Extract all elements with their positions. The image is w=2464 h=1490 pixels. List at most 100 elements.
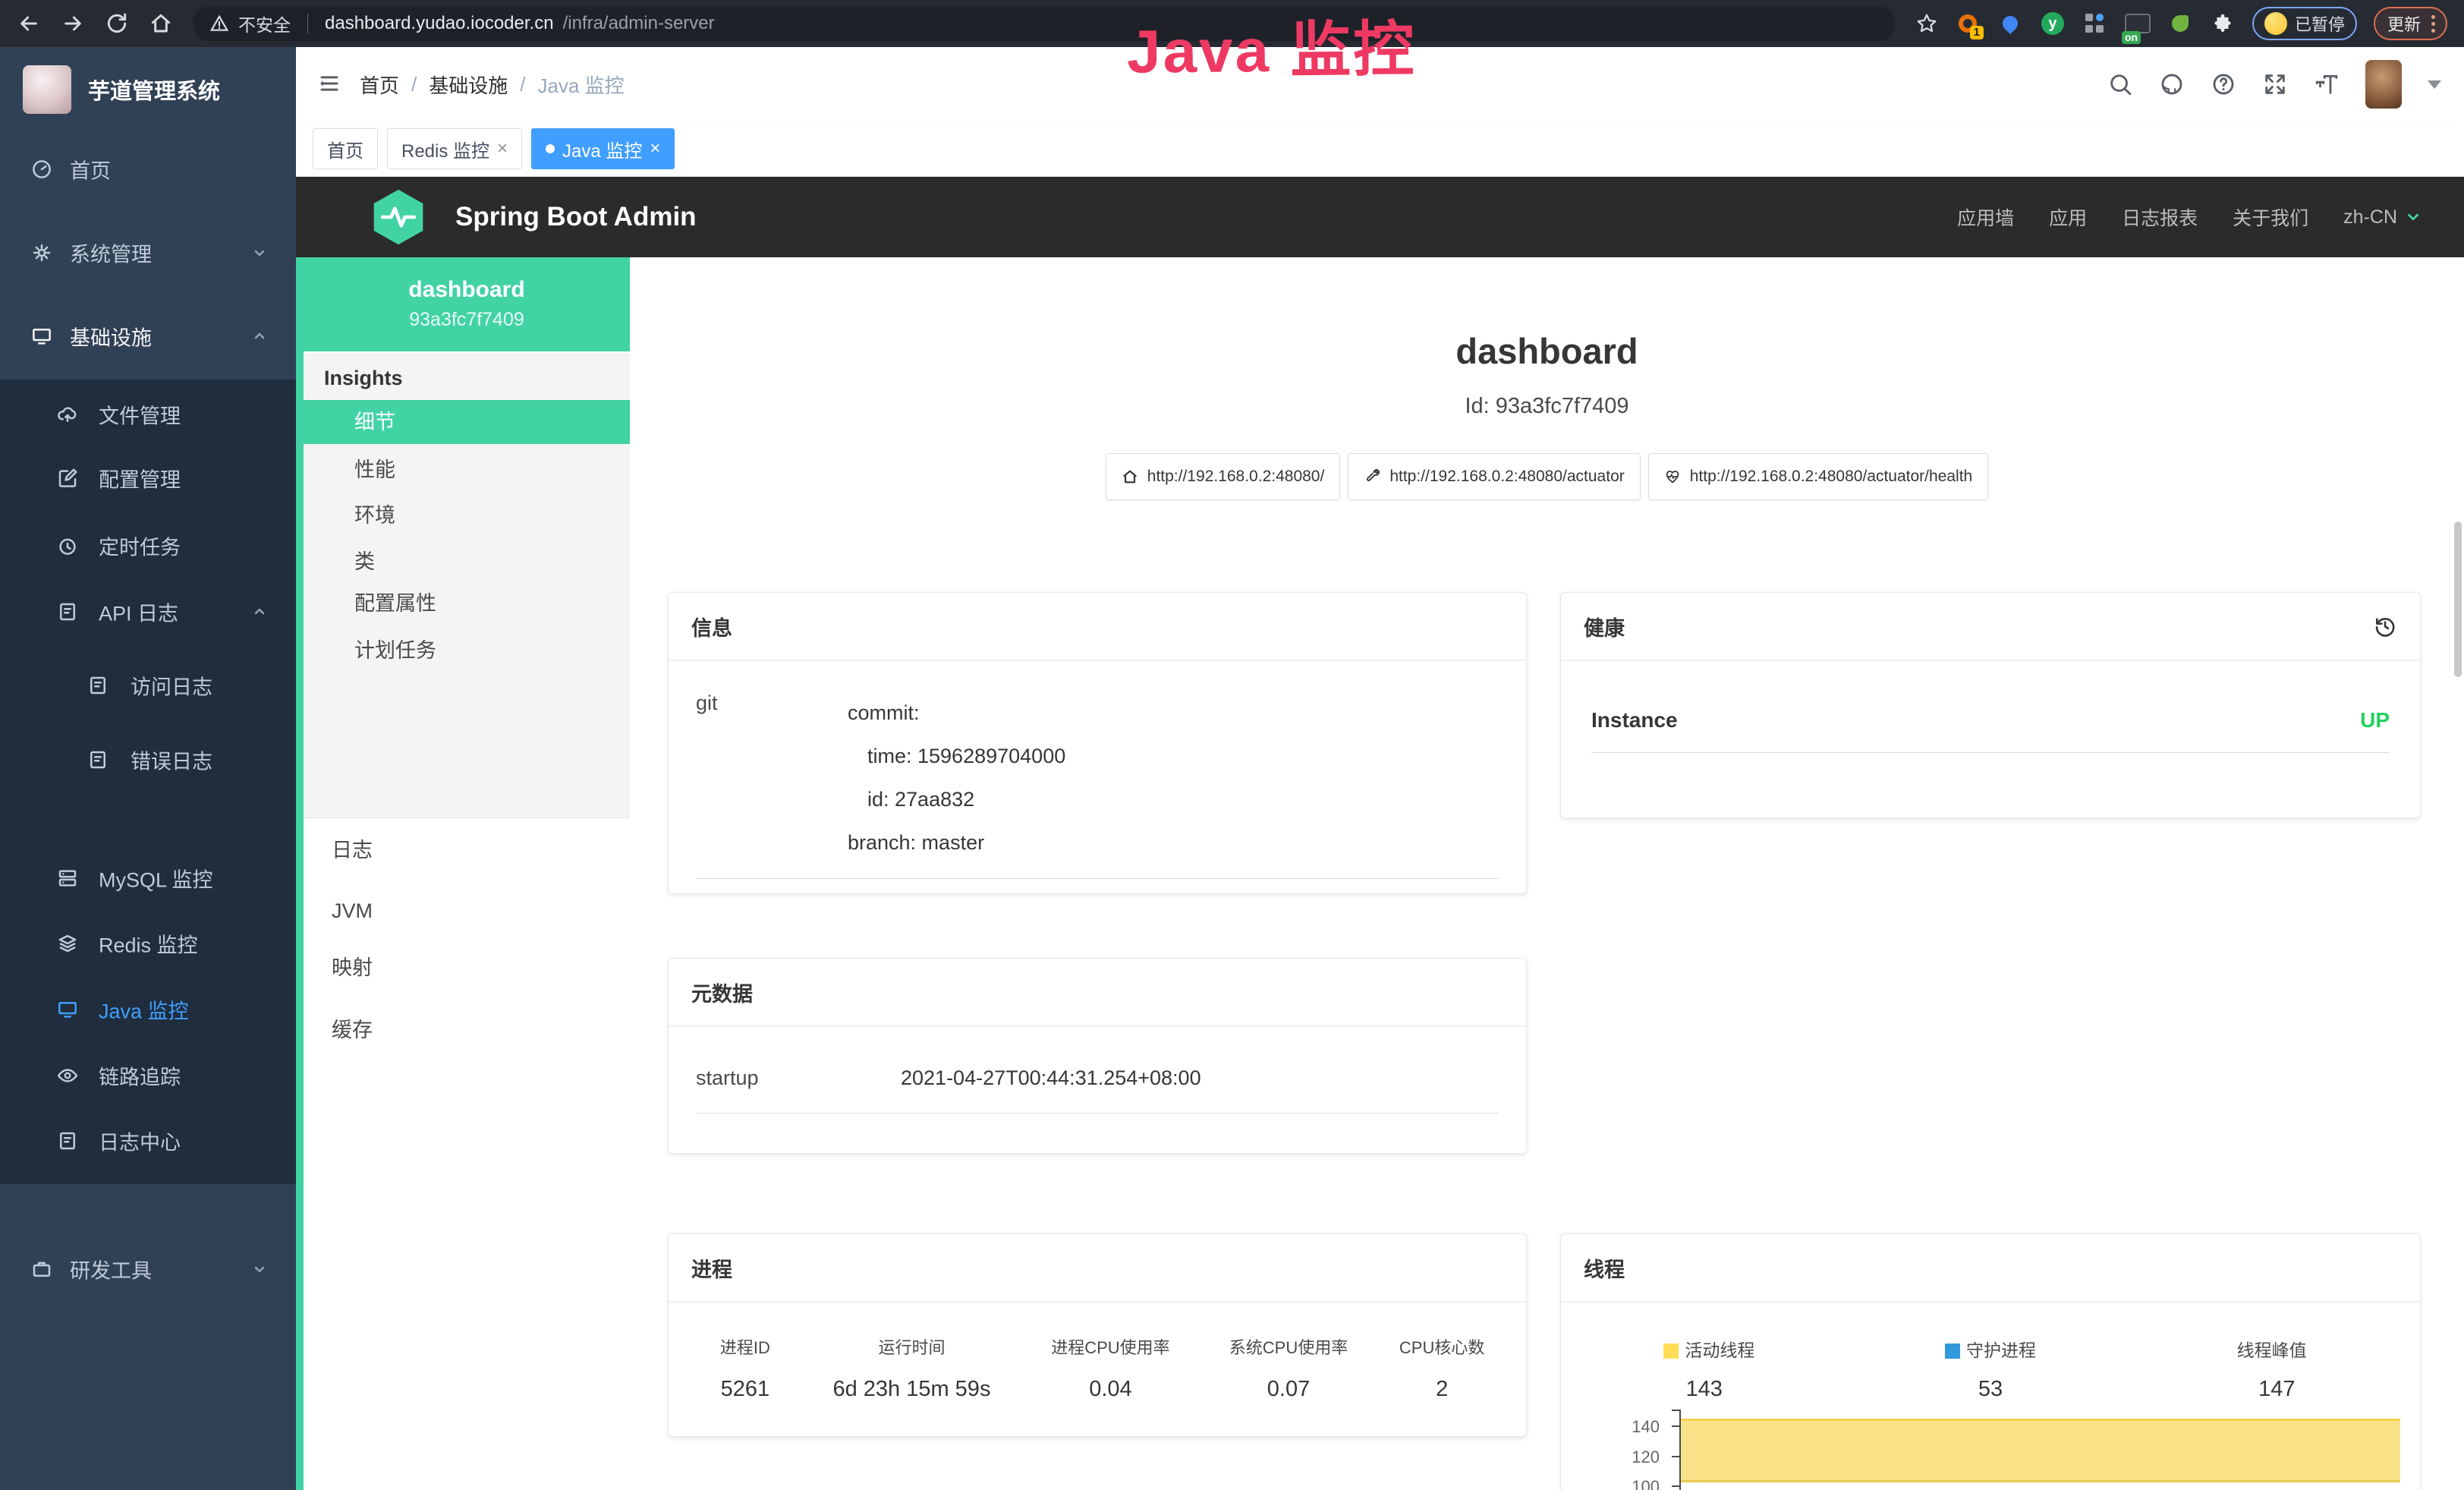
breadcrumb-home[interactable]: 首页	[360, 71, 399, 99]
status-badge: UP	[2360, 708, 2390, 732]
legend-daemon-threads: 守护进程	[1850, 1336, 2132, 1362]
sidebar-item-label: 日志中心	[99, 1126, 181, 1156]
sba-item-jvm[interactable]: JVM	[304, 889, 630, 933]
sba-instance-block[interactable]: dashboard 93a3fc7f7409	[304, 257, 630, 351]
sidebar-item-api-logs[interactable]: API 日志	[0, 579, 296, 644]
breadcrumb: 首页 / 基础设施 / Java 监控	[360, 47, 625, 121]
sidebar-item-label: 访问日志	[131, 671, 212, 701]
app-logo-row[interactable]: 芋道管理系统	[23, 65, 220, 114]
not-secure-warning-icon[interactable]	[209, 14, 229, 33]
extension-switch-icon[interactable]: on	[2125, 11, 2151, 36]
sba-nav-applications[interactable]: 应用	[2049, 203, 2087, 231]
sidebar-item-devtools[interactable]: 研发工具	[0, 1236, 296, 1302]
y-tick-100: 100	[1603, 1477, 1660, 1490]
sidebar-item-mysql-monitor[interactable]: MySQL 监控	[0, 846, 296, 911]
active-tab-dot	[546, 144, 555, 153]
sidebar-item-label: 配置管理	[99, 464, 181, 493]
extension-puzzle-icon[interactable]	[2210, 11, 2236, 36]
breadcrumb-infrastructure[interactable]: 基础设施	[429, 71, 508, 99]
vertical-scrollbar[interactable]	[2454, 521, 2462, 677]
sba-nav-wallboard[interactable]: 应用墙	[1957, 203, 2014, 231]
sba-nav-about[interactable]: 关于我们	[2233, 203, 2308, 231]
sidebar-item-java-monitor[interactable]: Java 监控	[0, 977, 296, 1042]
spring-boot-admin-logo[interactable]	[372, 188, 425, 246]
sba-sidebar: dashboard 93a3fc7f7409 Insights 细节 性能 环境…	[296, 257, 630, 1490]
tab-close-icon[interactable]: ×	[497, 138, 508, 159]
back-icon[interactable]	[17, 11, 41, 36]
health-url-button[interactable]: http://192.168.0.2:48080/actuator/health	[1648, 453, 1988, 500]
sidebar-item-access-logs[interactable]: 访问日志	[0, 653, 296, 718]
sidebar-item-tracing[interactable]: 链路追踪	[0, 1043, 296, 1108]
reload-icon[interactable]	[105, 11, 129, 36]
info-card: 信息 git commit: time: 1596289704000 id: 2…	[668, 592, 1527, 894]
page-title: dashboard	[630, 330, 2464, 372]
sba-item-environment[interactable]: 环境	[304, 493, 630, 537]
live-threads-area-series	[1681, 1419, 2400, 1482]
process-value-system-cpu: 0.07	[1200, 1377, 1378, 1402]
profile-paused-badge[interactable]: 已暂停	[2252, 7, 2357, 40]
sba-item-metrics[interactable]: 性能	[304, 448, 630, 492]
sidebar-item-error-logs[interactable]: 错误日志	[0, 727, 296, 792]
admin-sidebar: 芋道管理系统 首页 系统管理 基础设施 文件管理 配置管理	[0, 47, 296, 1490]
sidebar-item-redis-monitor[interactable]: Redis 监控	[0, 911, 296, 976]
metadata-card: 元数据 startup 2021-04-27T00:44:31.254+08:0…	[668, 958, 1527, 1154]
help-icon[interactable]	[2211, 71, 2236, 97]
collapse-sidebar-icon[interactable]	[317, 72, 341, 95]
sidebar-item-label: API 日志	[99, 597, 178, 627]
metadata-card-title: 元数据	[691, 978, 753, 1007]
history-icon[interactable]	[2373, 614, 2397, 638]
breadcrumb-separator: /	[411, 73, 417, 96]
sidebar-item-log-center[interactable]: 日志中心	[0, 1108, 296, 1173]
sba-locale-select[interactable]: zh-CN	[2343, 206, 2422, 228]
process-value-uptime: 6d 23h 15m 59s	[802, 1377, 1021, 1402]
process-value-process-cpu: 0.04	[1021, 1377, 1200, 1402]
sba-item-mappings[interactable]: 映射	[304, 946, 630, 990]
extension-y-icon[interactable]: y	[2040, 11, 2066, 36]
font-size-icon[interactable]	[2314, 71, 2340, 97]
tab-home[interactable]: 首页	[313, 128, 378, 169]
extension-pin-icon[interactable]	[1997, 11, 2023, 36]
metadata-value: 2021-04-27T00:44:31.254+08:00	[901, 1066, 1201, 1090]
bookmark-star-icon[interactable]	[1915, 12, 1938, 35]
sba-sidebar-accent-strip	[296, 257, 304, 1490]
user-avatar[interactable]	[2365, 60, 2402, 109]
sba-item-caches[interactable]: 缓存	[304, 1008, 630, 1052]
sidebar-item-scheduled-jobs[interactable]: 定时任务	[0, 513, 296, 578]
address-bar[interactable]: 不安全 dashboard.yudao.iocoder.cn/infra/adm…	[193, 6, 1896, 41]
sidebar-item-file-management[interactable]: 文件管理	[0, 382, 296, 447]
sba-item-scheduled-tasks[interactable]: 计划任务	[304, 628, 630, 673]
extension-orange-icon[interactable]: 1	[1955, 11, 1981, 36]
sidebar-item-home[interactable]: 首页	[0, 137, 296, 202]
sba-item-logs[interactable]: 日志	[304, 828, 630, 872]
sidebar-item-config-management[interactable]: 配置管理	[0, 446, 296, 511]
sba-brand-title[interactable]: Spring Boot Admin	[455, 202, 697, 232]
chrome-update-button[interactable]: 更新	[2374, 7, 2447, 40]
url-divider	[307, 14, 308, 33]
forward-icon[interactable]	[61, 11, 85, 36]
row-divider	[696, 878, 1499, 879]
fullscreen-icon[interactable]	[2262, 71, 2288, 97]
browser-menu-icon[interactable]	[2428, 15, 2438, 33]
extension-leaf-icon[interactable]	[2167, 11, 2193, 36]
sba-nav-journal[interactable]: 日志报表	[2122, 203, 2198, 231]
tab-redis-monitor[interactable]: Redis 监控 ×	[387, 128, 522, 169]
home-icon[interactable]	[149, 11, 173, 36]
user-menu-caret-icon[interactable]	[2428, 80, 2441, 89]
sba-item-config-props[interactable]: 配置属性	[304, 581, 630, 625]
metadata-startup-row: startup 2021-04-27T00:44:31.254+08:00	[696, 1066, 1499, 1090]
monitor-icon	[30, 325, 53, 348]
extension-grid-icon[interactable]	[2082, 11, 2108, 36]
tab-java-monitor[interactable]: Java 监控 ×	[531, 128, 675, 169]
tab-close-icon[interactable]: ×	[650, 138, 660, 159]
actuator-url-button[interactable]: http://192.168.0.2:48080/actuator	[1348, 453, 1640, 500]
process-table: 进程ID5261 运行时间6d 23h 15m 59s 进程CPU使用率0.04…	[669, 1303, 1526, 1402]
sidebar-item-label: 首页	[70, 155, 111, 184]
admin-header: 首页 / 基础设施 / Java 监控	[296, 47, 2464, 122]
service-url-button[interactable]: http://192.168.0.2:48080/	[1106, 453, 1341, 500]
github-icon[interactable]	[2159, 71, 2185, 97]
sidebar-item-system[interactable]: 系统管理	[0, 220, 296, 285]
sba-item-classes[interactable]: 类	[304, 540, 630, 584]
sba-item-details[interactable]: 细节	[304, 400, 630, 444]
search-icon[interactable]	[2107, 71, 2133, 97]
sidebar-item-infrastructure[interactable]: 基础设施	[0, 304, 296, 369]
